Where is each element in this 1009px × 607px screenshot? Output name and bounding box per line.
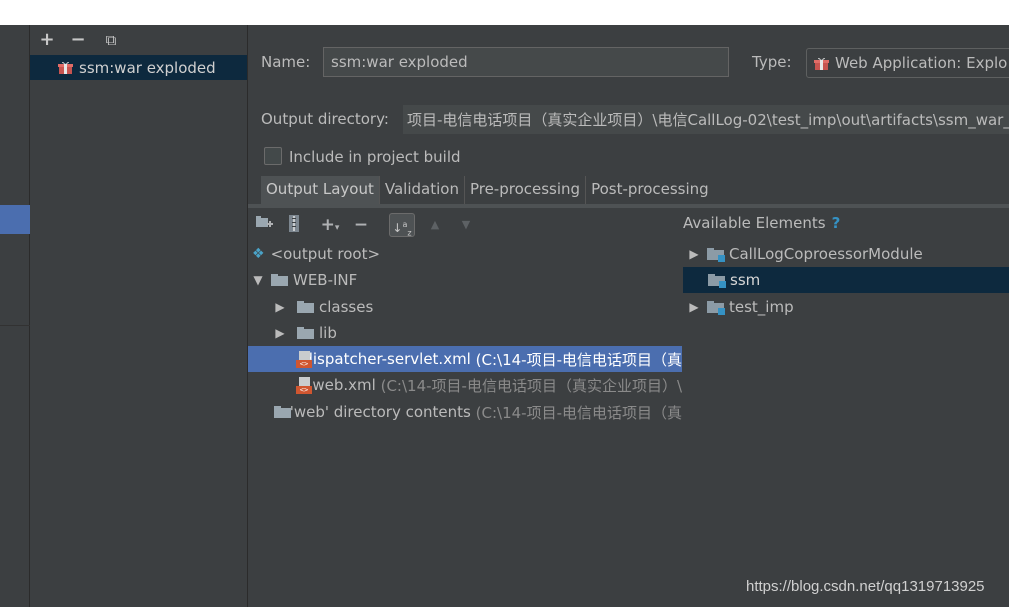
type-label: Type: bbox=[752, 53, 792, 71]
tab-post-processing[interactable]: Post-processing bbox=[586, 176, 714, 204]
collapsed-arrow-icon[interactable]: ▶ bbox=[687, 300, 701, 314]
tab-output-layout[interactable]: Output Layout bbox=[261, 176, 380, 204]
web-inf-label: WEB-INF bbox=[293, 271, 358, 289]
move-down-icon[interactable]: ▼ bbox=[459, 215, 473, 235]
web-app-icon bbox=[814, 56, 829, 71]
help-icon[interactable]: ? bbox=[832, 214, 841, 232]
classes-label: classes bbox=[319, 298, 374, 316]
left-category-selected[interactable] bbox=[0, 205, 30, 234]
left-category-strip bbox=[0, 25, 30, 607]
artifact-list-panel: + − ⧉ bbox=[30, 25, 248, 607]
add-copy-icon[interactable]: +▾ bbox=[319, 215, 341, 235]
move-up-icon[interactable]: ▲ bbox=[428, 215, 442, 235]
include-in-build-label[interactable]: Include in project build bbox=[289, 148, 461, 166]
layout-tabs: Output Layout Validation Pre-processing … bbox=[261, 176, 714, 204]
add-artifact-button[interactable]: + bbox=[37, 29, 57, 51]
collapsed-arrow-icon[interactable]: ▶ bbox=[687, 247, 701, 261]
dispatcher-servlet-label: dispatcher-servlet.xml bbox=[303, 350, 471, 368]
available-item[interactable]: ▶ test_imp bbox=[683, 294, 1009, 320]
name-value: ssm:war exploded bbox=[331, 53, 468, 71]
available-item[interactable]: ▶ CallLogCoproessorModule bbox=[683, 241, 1009, 267]
collapsed-arrow-icon[interactable]: ▶ bbox=[273, 326, 287, 340]
include-in-build-checkbox[interactable] bbox=[264, 147, 282, 165]
copy-artifact-button[interactable]: ⧉ bbox=[101, 29, 121, 51]
artifact-label: ssm:war exploded bbox=[79, 58, 216, 77]
tree-row-dispatcher-servlet[interactable]: <> dispatcher-servlet.xml (C:\14-项目-电信电话… bbox=[248, 346, 682, 372]
tree-row-classes[interactable]: ▶ classes bbox=[248, 294, 682, 320]
folder-icon bbox=[271, 274, 288, 286]
artifact-list-item[interactable]: ssm:war exploded bbox=[30, 55, 247, 80]
folder-icon bbox=[297, 327, 314, 339]
type-select[interactable]: Web Application: Explo bbox=[806, 48, 1009, 78]
create-archive-icon[interactable] bbox=[286, 215, 302, 235]
remove-artifact-button[interactable]: − bbox=[68, 29, 88, 51]
war-artifact-icon bbox=[58, 60, 73, 75]
module-icon bbox=[707, 301, 725, 315]
available-elements-title: Available Elements bbox=[683, 214, 826, 232]
tree-row-lib[interactable]: ▶ lib bbox=[248, 320, 682, 346]
create-directory-icon[interactable] bbox=[255, 215, 275, 235]
available-item-label: CallLogCoproessorModule bbox=[729, 245, 923, 263]
xml-file-icon: <> bbox=[296, 376, 312, 394]
available-item[interactable]: ssm bbox=[683, 267, 1009, 293]
top-margin bbox=[0, 0, 1009, 25]
tree-row-web-directory[interactable]: 'web' directory contents (C:\14-项目-电信电话项… bbox=[248, 399, 682, 425]
name-input[interactable]: ssm:war exploded bbox=[323, 47, 729, 77]
expanded-arrow-icon[interactable]: ▼ bbox=[251, 273, 265, 287]
lib-label: lib bbox=[319, 324, 337, 342]
directory-contents-icon bbox=[274, 406, 291, 418]
module-icon bbox=[707, 248, 725, 262]
watermark: https://blog.csdn.net/qq1319713925 bbox=[746, 578, 985, 595]
tree-row-output-root[interactable]: ❖ <output root> bbox=[248, 241, 682, 267]
output-directory-value: 项目-电信电话项目（真实企业项目）\电信CallLog-02\test_imp\… bbox=[407, 111, 1009, 129]
remove-icon[interactable]: − bbox=[351, 215, 371, 235]
web-directory-path: (C:\14-项目-电信电话项目（真 bbox=[475, 403, 682, 422]
folder-icon bbox=[297, 301, 314, 313]
sort-elements-button[interactable]: ↓az bbox=[389, 213, 415, 237]
tabs-underline bbox=[248, 204, 1009, 208]
module-icon bbox=[708, 274, 726, 288]
output-directory-input[interactable]: 项目-电信电话项目（真实企业项目）\电信CallLog-02\test_imp\… bbox=[403, 105, 1009, 134]
web-xml-label: web.xml bbox=[312, 376, 376, 394]
xml-file-icon: <> bbox=[296, 350, 312, 368]
collapsed-arrow-icon[interactable]: ▶ bbox=[273, 300, 287, 314]
dispatcher-servlet-path: (C:\14-项目-电信电话项目（真 bbox=[475, 350, 682, 369]
available-item-label: test_imp bbox=[729, 298, 794, 316]
output-root-icon: ❖ bbox=[252, 246, 265, 262]
available-item-label: ssm bbox=[730, 271, 761, 289]
available-elements-header: Available Elements? bbox=[683, 214, 840, 232]
name-label: Name: bbox=[261, 53, 311, 71]
output-root-label: <output root> bbox=[270, 245, 381, 263]
type-value: Web Application: Explo bbox=[835, 54, 1008, 72]
web-xml-path: (C:\14-项目-电信电话项目（真实企业项目）\ bbox=[380, 376, 682, 395]
tab-validation[interactable]: Validation bbox=[380, 176, 465, 204]
tree-row-web-inf[interactable]: ▼ WEB-INF bbox=[248, 267, 682, 293]
tree-row-web-xml[interactable]: <> web.xml (C:\14-项目-电信电话项目（真实企业项目）\ bbox=[248, 372, 682, 398]
output-directory-label: Output directory: bbox=[261, 110, 389, 128]
layout-toolbar: +▾ − ↓az ▲ ▼ bbox=[248, 210, 678, 240]
tab-pre-processing[interactable]: Pre-processing bbox=[465, 176, 587, 204]
web-directory-label: 'web' directory contents bbox=[289, 403, 471, 421]
left-strip-divider bbox=[0, 325, 30, 326]
